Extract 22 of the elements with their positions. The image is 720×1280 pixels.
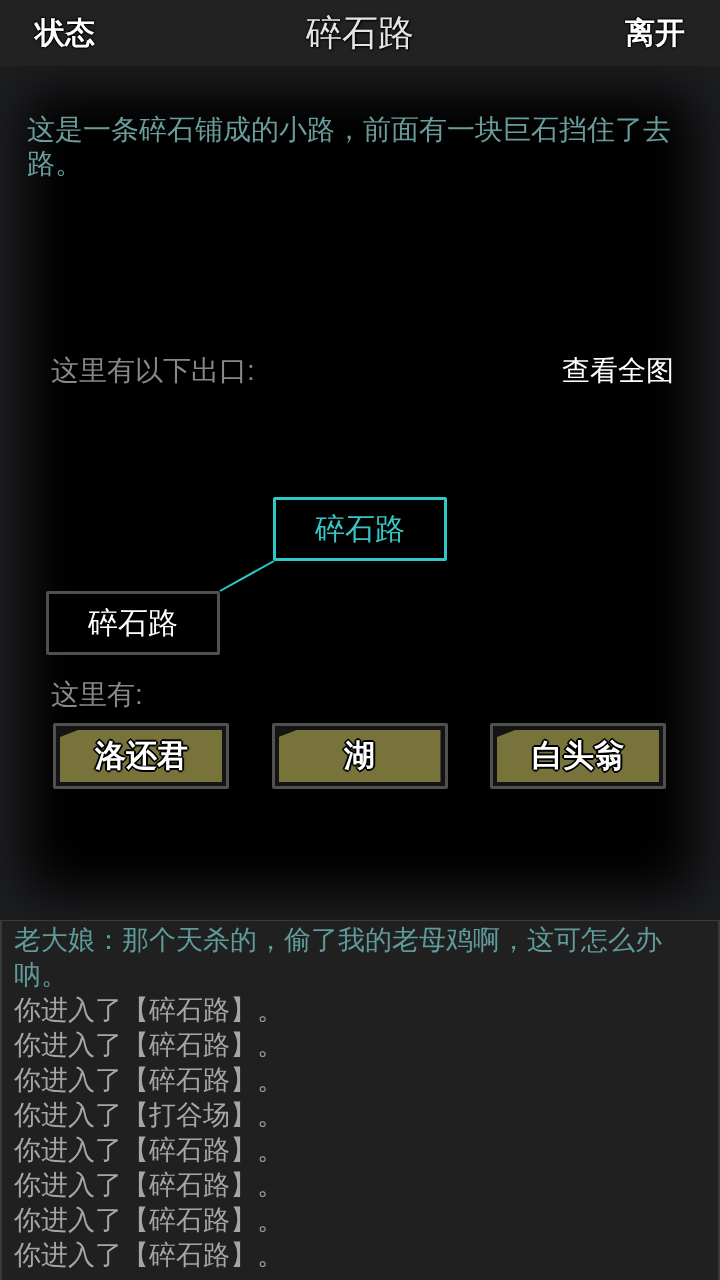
leave-button[interactable]: 离开	[625, 13, 685, 53]
event-message: 你进入了【碎石路】。	[14, 994, 285, 1027]
npc-button[interactable]: 白头翁	[490, 723, 666, 789]
view-map-button[interactable]: 查看全图	[562, 353, 674, 389]
exits-label: 这里有以下出口:	[51, 354, 255, 388]
npc-button[interactable]: 洛还君	[53, 723, 229, 789]
connector-line	[219, 560, 275, 592]
status-button[interactable]: 状态	[35, 13, 95, 53]
event-message: 你进入了【碎石路】。	[14, 1064, 285, 1097]
map-node[interactable]: 碎石路	[273, 497, 447, 561]
location-title: 碎石路	[306, 11, 414, 55]
event-message: 你进入了【碎石路】。	[14, 1204, 285, 1237]
event-message: 你进入了【碎石路】。	[14, 1169, 285, 1202]
dialogue-message: 老大娘：那个天杀的，偷了我的老母鸡啊，这可怎么办呐。	[14, 924, 663, 992]
event-message: 你进入了【碎石路】。	[14, 1134, 285, 1167]
event-message: 你进入了【打谷场】。	[14, 1099, 285, 1132]
map-node[interactable]: 碎石路	[46, 591, 220, 655]
location-description: 这是一条碎石铺成的小路，前面有一块巨石挡住了去路。	[26, 113, 672, 181]
event-message: 你进入了【碎石路】。	[14, 1029, 285, 1062]
event-message: 你进入了【碎石路】。	[14, 1239, 285, 1272]
occupants-label: 这里有:	[51, 678, 143, 712]
npc-button[interactable]: 湖	[271, 723, 448, 789]
